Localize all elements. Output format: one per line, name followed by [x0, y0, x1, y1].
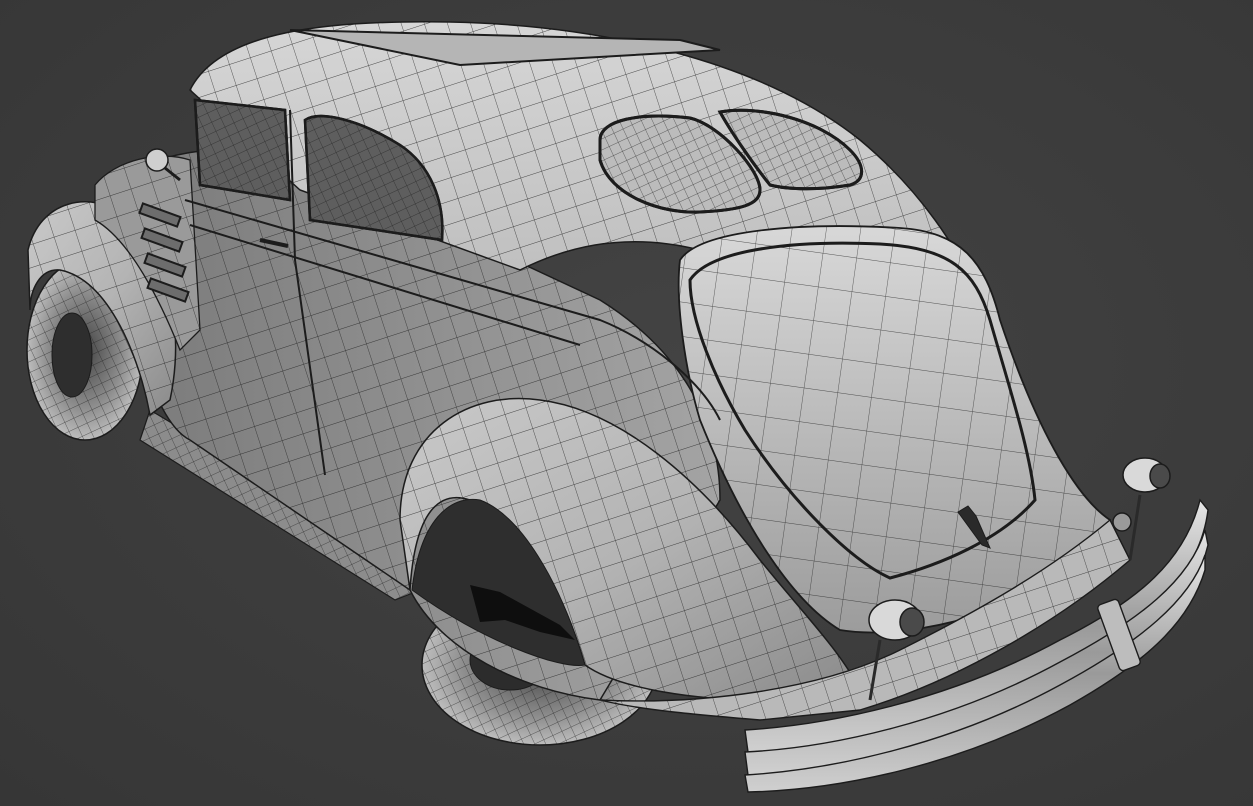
3d-viewport[interactable] [0, 0, 1253, 806]
car-wireframe-render [26, 21, 1209, 793]
